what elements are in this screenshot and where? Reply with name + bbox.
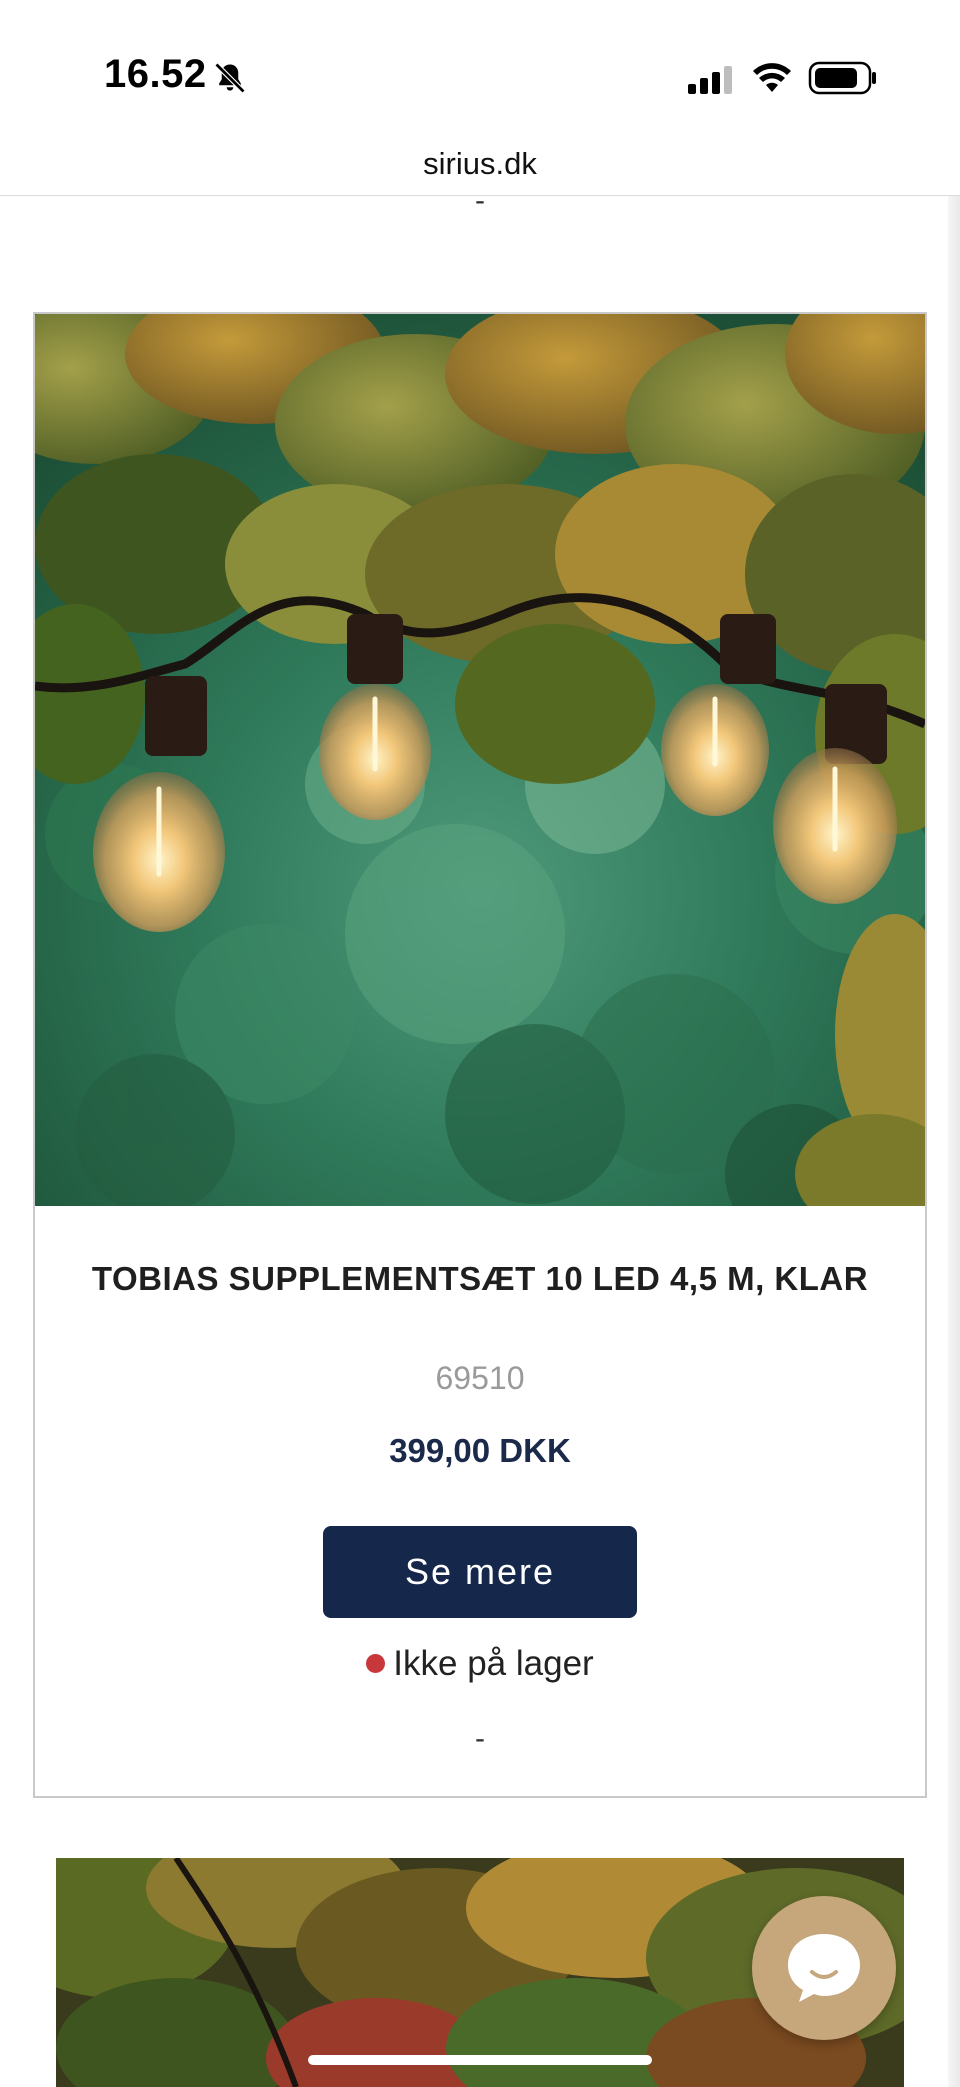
home-indicator[interactable]: [308, 2055, 652, 2065]
stock-status-label: Ikke på lager: [393, 1644, 594, 1683]
product-image[interactable]: [35, 314, 925, 1206]
separator-dash: -: [475, 184, 485, 217]
bell-muted-icon: [214, 62, 246, 94]
chat-button[interactable]: [752, 1896, 896, 2040]
scroll-edge: [948, 196, 960, 2087]
signal-icon: [688, 66, 732, 94]
product-sku: 69510: [435, 1360, 525, 1396]
product-price: 399,00 DKK: [389, 1432, 571, 1469]
battery-icon: [808, 61, 876, 95]
chat-bubble-icon: [788, 1934, 860, 2002]
status-time: 16.52: [104, 52, 207, 96]
status-bar: 16.52: [0, 0, 960, 130]
wifi-icon: [753, 63, 791, 92]
separator-dash: -: [475, 1722, 485, 1755]
url-text[interactable]: sirius.dk: [0, 146, 960, 182]
out-of-stock-dot-icon: [366, 1654, 386, 1674]
product-title[interactable]: TOBIAS SUPPLEMENTSÆT 10 LED 4,5 M, KLAR: [75, 1254, 885, 1304]
see-more-button[interactable]: Se mere: [323, 1526, 637, 1618]
product-card: TOBIAS SUPPLEMENTSÆT 10 LED 4,5 M, KLAR …: [33, 312, 927, 1798]
product-photo-string-lights: [35, 314, 925, 1206]
stock-status: Ikke på lager: [35, 1644, 925, 1684]
